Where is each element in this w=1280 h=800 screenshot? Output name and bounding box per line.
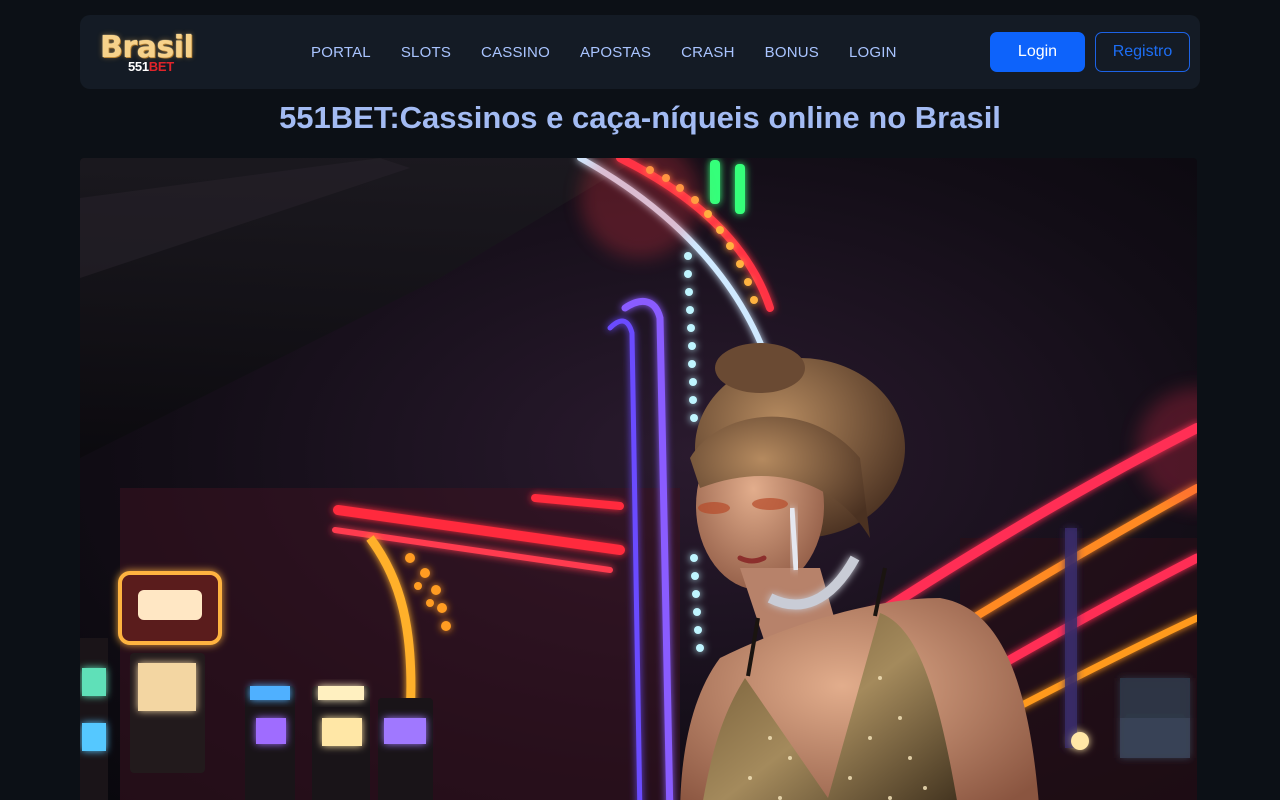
- nav-link-slots[interactable]: SLOTS: [401, 44, 451, 61]
- logo-sub-brand: BET: [148, 59, 174, 74]
- nav-link-bonus[interactable]: BONUS: [765, 44, 819, 61]
- logo-sub-number: 551: [128, 59, 149, 74]
- nav-link-login[interactable]: LOGIN: [849, 44, 897, 61]
- hero-image: [80, 158, 1197, 800]
- page-title: 551BET:Cassinos e caça-níqueis online no…: [279, 100, 1001, 135]
- logo-subtitle: 551BET: [128, 60, 174, 74]
- nav-link-cassino[interactable]: CASSINO: [481, 44, 550, 61]
- site-header: Brasil 551BET PORTAL SLOTS CASSINO APOST…: [80, 15, 1200, 89]
- login-button[interactable]: Login: [990, 32, 1085, 72]
- brand-logo[interactable]: Brasil 551BET: [100, 31, 200, 75]
- nav-link-crash[interactable]: CRASH: [681, 44, 735, 61]
- casino-scene-illustration: [80, 158, 1197, 800]
- nav-link-apostas[interactable]: APOSTAS: [580, 44, 651, 61]
- jackpot-sign: [118, 571, 222, 645]
- register-button[interactable]: Registro: [1095, 32, 1190, 72]
- main-nav: PORTAL SLOTS CASSINO APOSTAS CRASH BONUS…: [311, 15, 897, 89]
- nav-link-portal[interactable]: PORTAL: [311, 44, 371, 61]
